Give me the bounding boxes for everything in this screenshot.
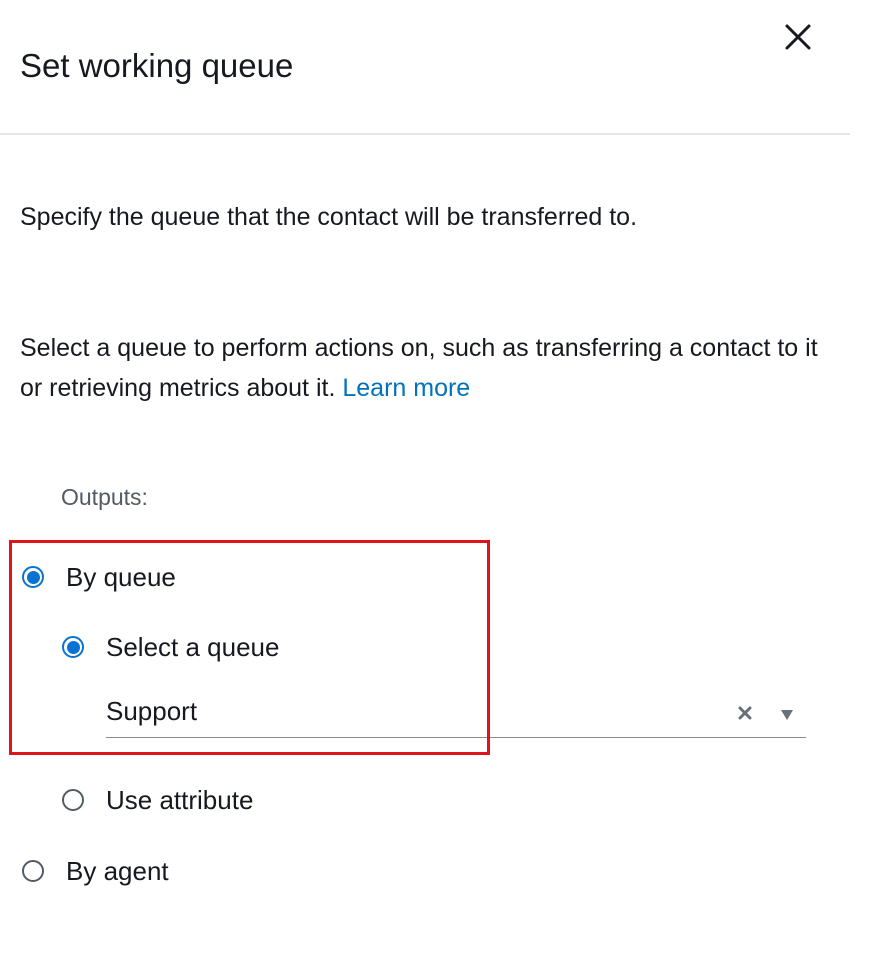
queue-select-value: Support — [106, 696, 198, 726]
outputs-label: Outputs: — [61, 484, 148, 510]
clear-icon[interactable] — [738, 706, 752, 720]
use-attribute-label: Use attribute — [106, 785, 254, 815]
use-attribute-option[interactable]: Use attribute — [62, 784, 253, 816]
by-queue-option[interactable]: By queue — [22, 561, 176, 593]
select-queue-radio[interactable] — [62, 636, 84, 658]
select-queue-label: Select a queue — [106, 632, 280, 662]
by-agent-radio[interactable] — [22, 860, 44, 882]
select-queue-option[interactable]: Select a queue — [62, 631, 279, 663]
caret-down-icon[interactable] — [781, 707, 793, 720]
queue-select[interactable]: Support — [106, 690, 806, 738]
learn-more-link[interactable]: Learn more — [342, 374, 470, 402]
by-queue-label: By queue — [66, 562, 176, 592]
panel-description: Specify the queue that the contact will … — [20, 203, 638, 231]
by-agent-label: By agent — [66, 856, 169, 886]
by-agent-option[interactable]: By agent — [22, 855, 169, 887]
help-text: Select a queue to perform actions on, su… — [20, 328, 820, 408]
use-attribute-radio[interactable] — [62, 789, 84, 811]
header-divider — [0, 133, 850, 135]
by-queue-radio[interactable] — [22, 566, 44, 588]
panel-title: Set working queue — [20, 47, 294, 84]
close-icon[interactable] — [781, 20, 815, 54]
